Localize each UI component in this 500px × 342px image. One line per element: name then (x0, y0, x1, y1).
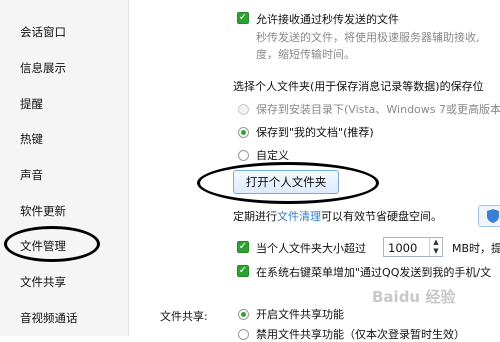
radio-my-documents[interactable] (238, 127, 249, 138)
stepper-arrows-icon[interactable]: ▲ ▼ (429, 238, 442, 256)
sidebar-item-file-sharing[interactable]: 文件共享 (20, 274, 66, 290)
context-menu-label: 在系统右键菜单增加"通过QQ发送到我的手机/文 (256, 266, 492, 279)
radio-custom-label: 自定义 (256, 149, 289, 162)
cleanup-shield-button[interactable] (478, 205, 500, 227)
radio-sharing-enable-label: 开启文件共享功能 (256, 308, 344, 321)
radio-install-dir (238, 104, 249, 115)
sidebar-item-sound[interactable]: 声音 (20, 167, 43, 183)
size-limit-unit: MB时，提 (452, 242, 500, 255)
relay-checkbox[interactable]: ✓ (237, 12, 249, 24)
file-cleanup-link[interactable]: 文件清理 (277, 210, 321, 223)
cleanup-text: 定期进行文件清理可以有效节省硬盘空间。 (233, 208, 442, 224)
shield-icon (487, 209, 499, 223)
sidebar-item-hotkeys[interactable]: 热键 (20, 131, 43, 147)
folder-section-title: 选择个人文件夹(用于保存消息记录等数据)的保存位 (233, 80, 484, 93)
radio-my-documents-label: 保存到"我的文档"(推荐) (256, 126, 374, 139)
cleanup-suffix: 可以有效节省硬盘空间。 (321, 210, 442, 223)
settings-sidebar: 会话窗口 信息展示 提醒 热键 声音 软件更新 文件管理 文件共享 音视频通话 (0, 0, 129, 336)
open-personal-folder-button[interactable]: 打开个人文件夹 (233, 170, 339, 194)
relay-description-line1: 秒传发送的文件，将使用极速服务器辅助接收, (256, 31, 480, 44)
sidebar-item-software-update[interactable]: 软件更新 (20, 203, 66, 219)
sidebar-item-reminders[interactable]: 提醒 (20, 96, 43, 112)
sidebar-item-file-management[interactable]: 文件管理 (20, 238, 66, 254)
radio-install-dir-label: 保存到安装目录下(Vista、Windows 7或更高版本 (256, 103, 500, 116)
relay-checkbox-label: 允许接收通过秒传发送的文件 (256, 13, 399, 26)
relay-description-line2: 度，缩短传输时间。 (256, 48, 355, 61)
file-sharing-label: 文件共享: (160, 310, 208, 323)
size-limit-label: 当个人文件夹大小超过 (256, 242, 366, 255)
sidebar-item-chat-window[interactable]: 会话窗口 (20, 24, 66, 40)
size-limit-value: 1000 (388, 241, 418, 255)
size-limit-stepper[interactable]: 1000 ▲ ▼ (383, 237, 443, 257)
radio-sharing-disable[interactable] (238, 329, 249, 340)
size-limit-checkbox[interactable]: ✓ (237, 241, 249, 253)
sidebar-item-av-call[interactable]: 音视频通话 (20, 310, 78, 326)
baidu-watermark: Baidu 经验 (372, 288, 456, 306)
cleanup-prefix: 定期进行 (233, 210, 277, 223)
radio-sharing-enable[interactable] (238, 309, 249, 320)
context-menu-checkbox[interactable]: ✓ (237, 265, 249, 277)
radio-sharing-disable-label: 禁用文件共享功能（仅本次登录暂时生效） (256, 328, 465, 341)
sidebar-item-info-display[interactable]: 信息展示 (20, 60, 66, 76)
radio-custom[interactable] (238, 150, 249, 161)
